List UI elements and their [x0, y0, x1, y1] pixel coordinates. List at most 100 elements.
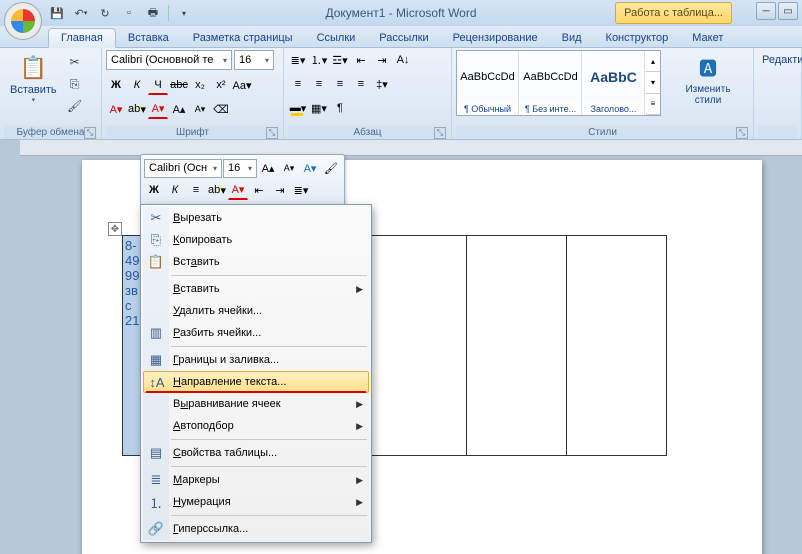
tab-references[interactable]: Ссылки: [305, 29, 368, 47]
ctx-numbering[interactable]: ⒈Нумерация▶: [143, 491, 369, 513]
style-normal[interactable]: AaBbCcDd ¶ Обычный: [457, 51, 519, 115]
text-effects-button[interactable]: A▾: [106, 99, 126, 119]
paste-button[interactable]: 📋 Вставить ▾: [4, 50, 63, 106]
paste-icon: 📋: [17, 52, 49, 84]
table-cell[interactable]: [467, 236, 567, 456]
save-icon[interactable]: 💾: [48, 4, 66, 22]
document-area[interactable]: ✥ 8- 49 99 зв с 21 Calibri (Осн▾: [0, 140, 802, 554]
contextual-tab-label[interactable]: Работа с таблица...: [615, 2, 732, 24]
align-center-button[interactable]: ≡: [309, 74, 329, 94]
ctx-text-direction[interactable]: ↕AНаправление текста...: [143, 371, 369, 393]
style-heading1[interactable]: AaBbC Заголово...: [583, 51, 645, 115]
tab-home[interactable]: Главная: [48, 28, 116, 48]
increase-indent-button[interactable]: ⇥: [372, 50, 392, 70]
tab-table-layout[interactable]: Макет: [680, 29, 735, 47]
paragraph-launcher[interactable]: ⤡: [434, 127, 446, 139]
minimize-button[interactable]: ─: [756, 2, 776, 20]
align-left-button[interactable]: ≡: [288, 74, 308, 94]
justify-button[interactable]: ≡: [351, 74, 371, 94]
font-family-combo[interactable]: Calibri (Основной те▾: [106, 50, 232, 70]
mini-bullets[interactable]: ≣▾: [291, 180, 311, 200]
table-cell[interactable]: [567, 236, 667, 456]
font-color-button[interactable]: A▾: [148, 99, 168, 119]
tab-table-design[interactable]: Конструктор: [594, 29, 681, 47]
superscript-button[interactable]: x²: [211, 75, 231, 95]
ctx-autofit[interactable]: Автоподбор▶: [143, 415, 369, 437]
mini-font-size[interactable]: 16▾: [223, 159, 257, 178]
ctx-split-cells[interactable]: ▥Разбить ячейки...: [143, 322, 369, 344]
redo-icon[interactable]: ↻: [96, 4, 114, 22]
line-spacing-button[interactable]: ‡▾: [372, 74, 392, 94]
context-menu: ✂Вырезать ⎘Копировать 📋Вставить Вставить…: [140, 204, 372, 543]
print-icon[interactable]: 🖶: [144, 4, 162, 22]
multilevel-button[interactable]: ☲▾: [330, 50, 350, 70]
ctx-hyperlink[interactable]: 🔗Гиперссылка...: [143, 518, 369, 540]
mini-bold[interactable]: Ж: [144, 180, 164, 200]
subscript-button[interactable]: x₂: [190, 75, 210, 95]
table-cell[interactable]: [367, 236, 467, 456]
mini-center[interactable]: ≡: [186, 180, 206, 200]
ctx-cell-alignment[interactable]: Выравнивание ячеек▶: [143, 393, 369, 415]
maximize-button[interactable]: ▭: [778, 2, 798, 20]
new-icon[interactable]: ▫: [120, 4, 138, 22]
ctx-copy[interactable]: ⎘Копировать: [143, 229, 369, 251]
highlight-button[interactable]: ab▾: [127, 99, 147, 119]
mini-highlight[interactable]: ab▾: [207, 180, 227, 200]
ctx-paste[interactable]: 📋Вставить: [143, 251, 369, 273]
mini-shrink-font[interactable]: A▾: [279, 158, 299, 178]
office-button[interactable]: [4, 2, 42, 40]
numbering-button[interactable]: ⒈▾: [309, 50, 329, 70]
font-launcher[interactable]: ⤡: [266, 127, 278, 139]
styles-gallery[interactable]: AaBbCcDd ¶ Обычный AaBbCcDd ¶ Без инте..…: [456, 50, 661, 116]
copy-icon[interactable]: ⎘: [65, 74, 85, 94]
styles-launcher[interactable]: ⤡: [736, 127, 748, 139]
mini-font-family[interactable]: Calibri (Осн▾: [144, 159, 222, 178]
sort-button[interactable]: A↓: [393, 50, 413, 70]
ctx-bullets[interactable]: ≣Маркеры▶: [143, 469, 369, 491]
ctx-insert[interactable]: Вставить▶: [143, 278, 369, 300]
editing-label[interactable]: Редакти: [758, 50, 802, 70]
tab-review[interactable]: Рецензирование: [441, 29, 550, 47]
bullets-button[interactable]: ≣▾: [288, 50, 308, 70]
shading-button[interactable]: ▬▾: [288, 98, 308, 118]
mini-font-color[interactable]: A▾: [228, 180, 248, 200]
ctx-borders[interactable]: ▦Границы и заливка...: [143, 349, 369, 371]
style-no-spacing[interactable]: AaBbCcDd ¶ Без инте...: [520, 51, 582, 115]
ctx-delete-cells[interactable]: Удалить ячейки...: [143, 300, 369, 322]
styles-scroll[interactable]: ▴▾≡: [646, 51, 660, 115]
ctx-cut[interactable]: ✂Вырезать: [143, 207, 369, 229]
grow-font-button[interactable]: A▴: [169, 99, 189, 119]
font-size-combo[interactable]: 16▾: [234, 50, 274, 70]
clipboard-launcher[interactable]: ⤡: [84, 127, 96, 139]
borders-button[interactable]: ▦▾: [309, 98, 329, 118]
underline-button[interactable]: Ч: [148, 75, 168, 95]
change-case-button[interactable]: Aa▾: [232, 75, 252, 95]
ruler[interactable]: [20, 140, 802, 156]
mini-increase-indent[interactable]: ⇥: [270, 180, 290, 200]
italic-button[interactable]: К: [127, 75, 147, 95]
ctx-table-properties[interactable]: ▤Свойства таблицы...: [143, 442, 369, 464]
cut-icon[interactable]: ✂: [65, 52, 85, 72]
table-move-handle[interactable]: ✥: [108, 222, 122, 236]
mini-italic[interactable]: К: [165, 180, 185, 200]
mini-format-painter-icon[interactable]: 🖌: [321, 158, 341, 178]
format-painter-icon[interactable]: 🖌: [65, 96, 85, 116]
numbering-icon: ⒈: [147, 493, 165, 512]
mini-style-button[interactable]: A▾: [300, 158, 320, 178]
align-right-button[interactable]: ≡: [330, 74, 350, 94]
tab-view[interactable]: Вид: [550, 29, 594, 47]
undo-icon[interactable]: ↶▾: [72, 4, 90, 22]
mini-decrease-indent[interactable]: ⇤: [249, 180, 269, 200]
bold-button[interactable]: Ж: [106, 75, 126, 95]
decrease-indent-button[interactable]: ⇤: [351, 50, 371, 70]
tab-insert[interactable]: Вставка: [116, 29, 181, 47]
shrink-font-button[interactable]: A▾: [190, 99, 210, 119]
tab-page-layout[interactable]: Разметка страницы: [181, 29, 305, 47]
mini-grow-font[interactable]: A▴: [258, 158, 278, 178]
qat-customize-icon[interactable]: ▾: [175, 4, 193, 22]
clear-format-button[interactable]: ⌫: [211, 99, 231, 119]
tab-mailings[interactable]: Рассылки: [367, 29, 440, 47]
change-styles-button[interactable]: 🅰 Изменить стили: [667, 50, 749, 108]
show-marks-button[interactable]: ¶: [330, 98, 350, 118]
strike-button[interactable]: abc: [169, 75, 189, 95]
